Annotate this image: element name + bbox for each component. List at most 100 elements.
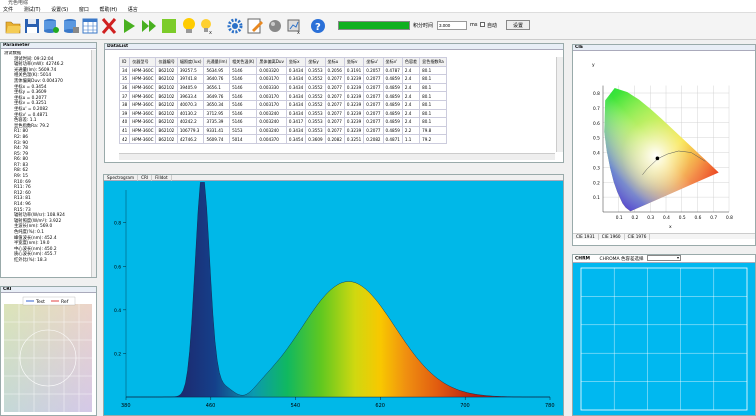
set-button[interactable]: 设置 [506, 20, 530, 30]
column-header[interactable]: 仪器型号 [129, 57, 157, 67]
table-cell: 80.1 [419, 117, 447, 127]
table-cell: 0.2082 [363, 134, 384, 144]
open-folder-icon[interactable] [4, 16, 22, 36]
column-header[interactable]: 光通量(lm) [203, 57, 231, 67]
save-icon[interactable] [23, 16, 41, 36]
table-cell: 3712.95 [203, 108, 231, 119]
table-row[interactable]: 41 HPM-360C B62102 106779.3 9331.41 5153 0.003… [119, 125, 447, 136]
table-cell: 0.3553 [305, 125, 326, 136]
table-cell: 5153 [229, 125, 258, 136]
table-cell: B62102 [155, 125, 178, 136]
table-cell: 5146 [229, 117, 258, 127]
table-cell: 0.3553 [305, 65, 326, 76]
run-continuous-icon[interactable] [140, 16, 158, 36]
table-cell: 0.3552 [305, 74, 326, 84]
delete-icon[interactable] [100, 16, 118, 36]
table-row[interactable]: 34 HPM-360C B62102 39257.5 5634.95 5146 0.0033… [119, 65, 447, 76]
stop-icon[interactable] [160, 16, 178, 36]
table-cell: 2.2 [401, 125, 421, 136]
table-cell: 2.4 [401, 74, 421, 84]
table-cell: 0.2057 [363, 65, 384, 76]
column-header[interactable]: 辐照度(lux) [176, 57, 205, 67]
table-cell: 0.3552 [305, 91, 326, 101]
table-cell: 80.1 [419, 91, 447, 101]
auto-checkbox[interactable] [480, 22, 485, 27]
progress-bar [338, 21, 410, 30]
y-tick-label: 0.6 [114, 264, 121, 270]
column-header[interactable]: 坐标y [305, 57, 326, 67]
datalist-vscroll[interactable] [556, 57, 563, 152]
table-cell: 0.3239 [343, 125, 365, 136]
table-cell: 5146 [229, 99, 258, 110]
table-cell: 0.2077 [324, 91, 345, 101]
datalist-hscroll[interactable] [119, 153, 555, 160]
column-header[interactable]: 显色指数Ra [419, 57, 447, 67]
table-cell: 40 [119, 117, 131, 127]
parameter-tree[interactable]: 测试数据 测试时间: 09:32:04 辐射功率(mW): 42746.2 光通量(l… [2, 51, 90, 275]
table-cell: HPM-360C [129, 108, 157, 119]
table-cell: 38 [119, 99, 131, 110]
spectrum-curve [126, 182, 550, 398]
lightbulb-icon[interactable] [180, 16, 198, 36]
cie-x-tick: 0.5 [679, 215, 686, 221]
cie-x-tick: 0.2 [632, 215, 639, 221]
cie-y-tick: 0.3 [593, 165, 600, 171]
table-cell: 0.2077 [324, 108, 345, 119]
table-cell: 0.3553 [305, 108, 326, 119]
cri-color-plot: Test Ref [4, 296, 92, 412]
column-header[interactable]: 黑体偏离Duv [256, 57, 287, 67]
gear-icon[interactable] [226, 16, 244, 36]
chrom-select[interactable]: ▾ [646, 255, 681, 261]
app-title: 光色电综 [8, 0, 29, 6]
column-header[interactable]: 坐标u' [363, 57, 384, 67]
column-header[interactable]: ID [119, 57, 131, 67]
table-cell: 0.3434 [285, 65, 307, 76]
table-row[interactable]: 37 HPM-360C B62102 39633.4 3649.76 5146 0.0031… [119, 91, 447, 101]
table-row[interactable]: 38 HPM-360C B62102 40070.3 3650.34 5146 0.0031… [119, 99, 447, 110]
tab-cie-1931[interactable]: CIE 1931 [573, 234, 599, 240]
table-row[interactable]: 35 HPM-360C B62102 39741.8 3640.76 5146 0.0031… [119, 74, 447, 84]
column-header[interactable]: 色容差 [401, 57, 421, 67]
chart-adjust-icon[interactable]: x [286, 16, 304, 36]
table-cell: 0.2077 [324, 74, 345, 84]
lamp-calibrate-icon[interactable]: x [198, 16, 216, 36]
table-row[interactable]: 36 HPM-360C B62102 39405.9 3656.1 5146 0.00333… [119, 82, 447, 93]
run-icon[interactable] [120, 16, 138, 36]
table-cell: 42746.2 [176, 134, 205, 144]
edit-icon[interactable] [246, 16, 264, 36]
cie-x-tick: 0.1 [616, 215, 623, 221]
table-row[interactable]: 42 HPM-360C B62102 42746.2 5609.74 5014 0.0043… [119, 134, 447, 144]
tree-item[interactable]: 红外比(%): 18.3 [2, 258, 90, 264]
table-icon[interactable] [81, 16, 99, 36]
help-icon[interactable]: ? [309, 16, 327, 36]
column-header[interactable]: 相关色温(K) [229, 57, 258, 67]
column-header[interactable]: 坐标v' [382, 57, 403, 67]
table-cell: HPM-360C [129, 74, 157, 84]
column-header[interactable]: 坐标v [343, 57, 365, 67]
database-export-icon[interactable] [62, 16, 80, 36]
toolbar: x x ? 积分时间 ms 自动 设置 [0, 13, 756, 40]
table-cell: HPM-360C [129, 91, 157, 101]
datalist-panel: DataList ID 仪器型号 仪器编号 辐照度(lux) 光通量(lm) 相关色温(K… [104, 43, 564, 163]
table-cell: 9331.41 [203, 125, 231, 136]
column-header[interactable]: 仪器编号 [155, 57, 178, 67]
database-add-icon[interactable] [42, 16, 60, 36]
tab-spectrogram[interactable]: Spectrogram [104, 175, 139, 181]
column-header[interactable]: 坐标u [324, 57, 345, 67]
measured-point [655, 156, 660, 161]
tab-cie-1976[interactable]: CIE 1976 [625, 234, 651, 240]
table-cell: 0.2077 [363, 108, 384, 119]
table-row[interactable]: 40 HPM-360C B62102 40242.2 3735.39 5146 0.0032… [119, 117, 447, 127]
tab-cri[interactable]: CRI [138, 175, 153, 181]
table-cell: 40242.2 [176, 117, 205, 127]
table-row[interactable]: 39 HPM-360C B62102 40130.2 3712.95 5146 0.0032… [119, 108, 447, 119]
legend-ref: Ref [61, 299, 69, 305]
table-cell: 0.3434 [285, 74, 307, 84]
sphere-icon[interactable] [266, 16, 284, 36]
column-header[interactable]: 坐标x [285, 57, 307, 67]
table-cell: 0.4859 [382, 74, 403, 84]
parameter-scrollbar[interactable] [91, 50, 96, 277]
tab-filldot[interactable]: Filldot [152, 175, 172, 181]
integration-time-input[interactable] [437, 21, 467, 30]
tab-cie-1960[interactable]: CIE 1960 [599, 234, 625, 240]
